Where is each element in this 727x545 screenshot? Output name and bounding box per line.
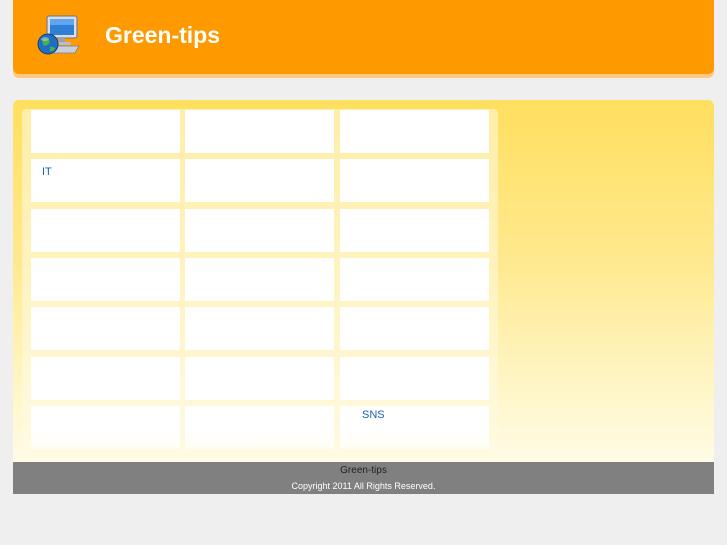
- grid-cell: [31, 357, 180, 400]
- site-title[interactable]: Green-tips: [105, 22, 220, 49]
- grid-cell: [31, 406, 180, 449]
- grid-cell: [31, 110, 180, 153]
- grid-cell: [340, 258, 489, 301]
- grid-cell: [31, 258, 180, 301]
- site-footer: Green-tips Copyright 2011 All Rights Res…: [13, 462, 714, 494]
- grid-cell: [185, 307, 334, 350]
- grid-cell: [185, 209, 334, 252]
- grid-cell[interactable]: IT: [31, 159, 180, 202]
- grid-cell: [185, 406, 334, 449]
- grid-cell: [31, 209, 180, 252]
- footer-copyright: Copyright 2011 All Rights Reserved.: [291, 481, 436, 491]
- grid-cell: [185, 110, 334, 153]
- grid-cell: [340, 159, 489, 202]
- site-header: Green-tips: [13, 0, 714, 74]
- grid-cell: [185, 258, 334, 301]
- main-content: IT SNS: [13, 100, 714, 462]
- grid-link-sns[interactable]: SNS: [362, 409, 385, 421]
- footer-title: Green-tips: [340, 465, 387, 476]
- grid-link-it[interactable]: IT: [42, 166, 52, 178]
- grid-cell: [340, 110, 489, 153]
- grid-cell: [185, 357, 334, 400]
- grid-cell: [185, 159, 334, 202]
- grid-cell: [340, 209, 489, 252]
- grid-cell: [31, 307, 180, 350]
- grid-cell[interactable]: SNS: [340, 406, 489, 449]
- grid-cell: [340, 357, 489, 400]
- grid-cell: [340, 307, 489, 350]
- computer-globe-icon: [35, 12, 81, 58]
- page: Green-tips IT SNS Green-tips Copyright 20…: [0, 0, 727, 545]
- link-grid: IT SNS: [22, 109, 498, 462]
